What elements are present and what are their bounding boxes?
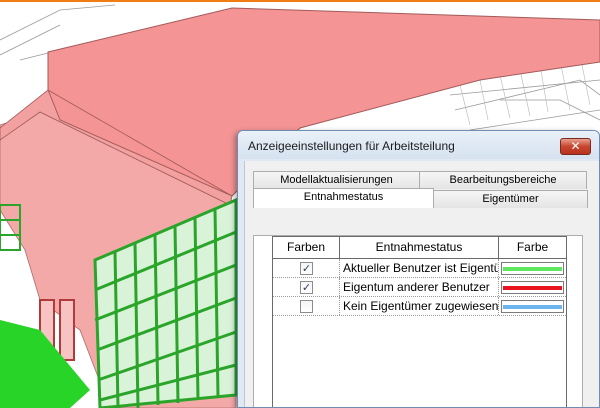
table-row: Kein Eigentümer zugewiesen (273, 297, 566, 316)
dialog-titlebar[interactable]: Anzeigeeinstellungen für Arbeitsteilung … (238, 131, 599, 159)
tab-entnahmestatus[interactable]: Entnahmestatus (253, 188, 434, 208)
color-swatch-button[interactable] (501, 281, 564, 294)
tab-bearbeitungsbereiche[interactable]: Bearbeitungsbereiche (419, 171, 587, 189)
column-header-entnahmestatus: Entnahmestatus (340, 237, 499, 258)
color-swatch-fill (503, 286, 562, 290)
table-row: ✓ Eigentum anderer Benutzer (273, 278, 566, 297)
row-checkbox[interactable]: ✓ (300, 262, 313, 275)
row-checkbox[interactable] (300, 300, 313, 313)
status-label: Aktueller Benutzer ist Eigentümer (343, 261, 498, 275)
table-empty-area (273, 316, 566, 407)
color-swatch-fill (503, 305, 562, 309)
status-color-table: Farben Entnahmestatus Farbe ✓ Aktueller … (272, 236, 567, 407)
column-header-farben: Farben (273, 237, 340, 258)
status-label: Kein Eigentümer zugewiesen (343, 299, 498, 313)
status-label: Eigentum anderer Benutzer (343, 280, 490, 294)
color-swatch-fill (503, 267, 562, 271)
tab-eigentuemer[interactable]: Eigentümer (433, 190, 588, 208)
color-swatch-button[interactable] (501, 300, 564, 313)
dialog-title: Anzeigeeinstellungen für Arbeitsteilung (248, 139, 455, 153)
close-button[interactable]: ✕ (560, 138, 591, 155)
table-row: ✓ Aktueller Benutzer ist Eigentümer (273, 259, 566, 278)
tab-modellaktualisierungen[interactable]: Modellaktualisierungen (253, 171, 420, 189)
close-icon: ✕ (570, 139, 581, 153)
table-header: Farben Entnahmestatus Farbe (273, 237, 566, 259)
worksharing-display-settings-dialog: Anzeigeeinstellungen für Arbeitsteilung … (237, 130, 600, 408)
row-checkbox[interactable]: ✓ (300, 281, 313, 294)
column-header-farbe: Farbe (516, 240, 549, 254)
color-swatch-button[interactable] (501, 262, 564, 275)
